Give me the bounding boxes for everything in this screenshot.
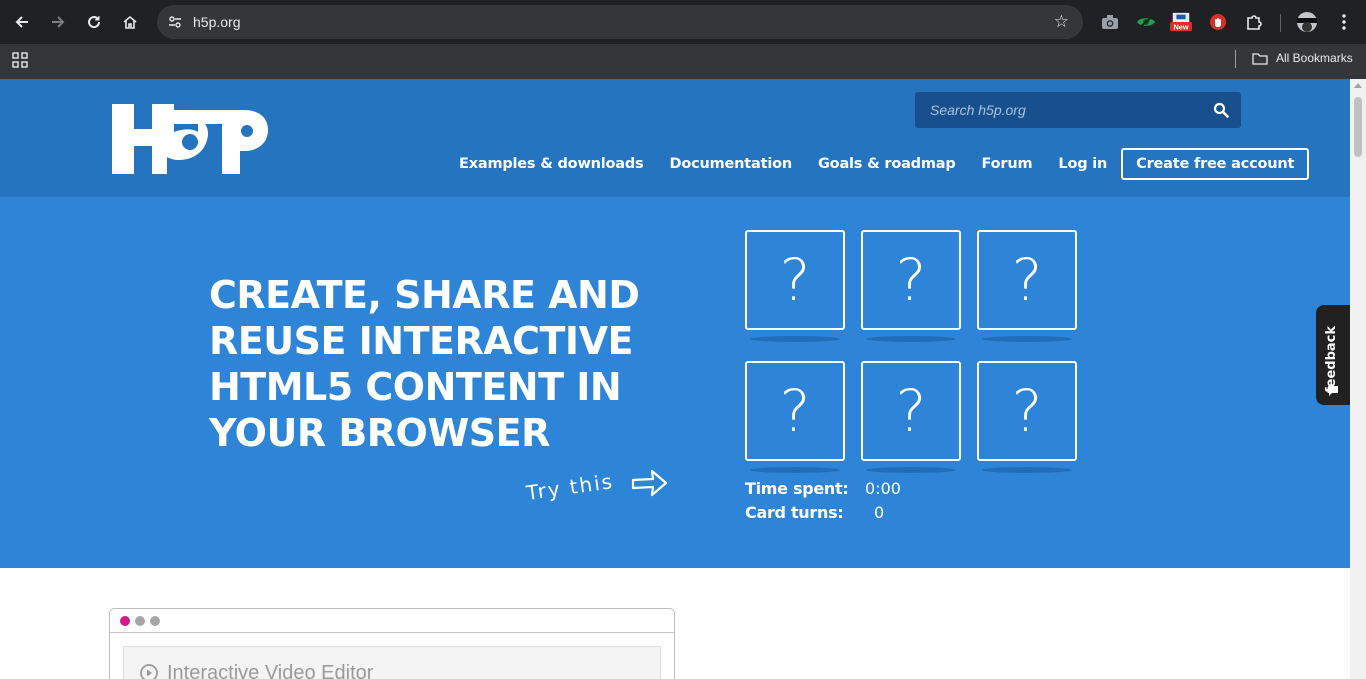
profile-avatar-icon[interactable] [1296,11,1318,33]
time-spent-value: 0:00 [865,479,901,498]
nav-log-in[interactable]: Log in [1045,156,1120,172]
reload-icon[interactable] [83,11,105,33]
memory-card[interactable]: ? [977,361,1077,461]
window-dot-gray [135,616,145,626]
scroll-up-arrow-icon[interactable] [1354,83,1362,88]
search-icon[interactable] [1213,102,1229,118]
search-input[interactable] [915,92,1205,128]
memory-card[interactable]: ? [861,361,961,461]
feedback-label: feedback [1324,325,1339,393]
adblock-extension-icon[interactable] [1207,11,1229,33]
demo-window: Interactive Video Editor [109,608,675,679]
camera-extension-icon[interactable] [1099,11,1121,33]
extensions-puzzle-icon[interactable] [1243,11,1265,33]
scrollbar-thumb[interactable] [1354,97,1362,157]
time-spent-row: Time spent: 0:00 [745,479,901,498]
search-box [915,92,1241,128]
nav-documentation[interactable]: Documentation [657,156,805,172]
card-turns-row: Card turns: 0 [745,503,884,522]
bookmark-star-icon[interactable]: ☆ [1054,12,1069,32]
eye-extension-icon[interactable] [1135,11,1157,33]
new-extension-icon[interactable]: New [1170,11,1192,33]
feedback-tab[interactable]: feedback [1316,305,1350,405]
browser-menu-icon[interactable] [1333,11,1355,33]
card-shadow [750,467,840,473]
new-badge-text: New [1173,22,1188,31]
window-dot-gray [150,616,160,626]
forward-icon[interactable] [47,11,69,33]
page-viewport: Examples & downloads Documentation Goals… [0,79,1350,679]
memory-card[interactable]: ? [861,230,961,330]
card-shadow [982,336,1072,342]
demo-title: Interactive Video Editor [167,662,374,679]
nav-examples-downloads[interactable]: Examples & downloads [446,156,657,172]
bookmarks-bar [0,44,1366,79]
memory-card[interactable]: ? [977,230,1077,330]
card-shadow [866,336,956,342]
arrow-right-icon [631,469,668,497]
page-scrollbar[interactable] [1350,79,1366,679]
card-turns-label: Card turns: [745,503,844,522]
card-shadow [982,467,1072,473]
toolbar-separator [1280,14,1281,32]
main-nav: Examples & downloads Documentation Goals… [446,148,1310,180]
folder-icon [1252,52,1268,65]
hero-section: CREATE, SHARE AND REUSE INTERACTIVE HTML… [0,197,1350,568]
demo-window-bar [110,609,674,633]
demo-content: Interactive Video Editor [123,646,661,679]
nav-goals-roadmap[interactable]: Goals & roadmap [805,156,969,172]
site-header: Examples & downloads Documentation Goals… [0,79,1350,197]
memory-card[interactable]: ? [745,361,845,461]
apps-grid-icon[interactable] [12,52,28,68]
all-bookmarks-label: All Bookmarks [1276,51,1353,65]
bookmarks-separator [1235,50,1236,68]
chat-bubble-icon [1328,386,1338,396]
try-this-label: Try this [524,468,616,506]
site-settings-icon[interactable] [167,14,183,30]
time-spent-label: Time spent: [745,479,849,498]
memory-card[interactable]: ? [745,230,845,330]
browser-toolbar: h5p.org ☆ New [0,0,1366,44]
home-icon[interactable] [119,11,141,33]
card-turns-value: 0 [874,503,885,522]
all-bookmarks-button[interactable]: All Bookmarks [1252,51,1353,65]
card-shadow [750,336,840,342]
create-account-button[interactable]: Create free account [1121,148,1310,180]
play-circle-icon [140,664,158,679]
card-shadow [866,467,956,473]
address-bar[interactable]: h5p.org ☆ [157,5,1083,39]
nav-forum[interactable]: Forum [969,156,1046,172]
h5p-logo[interactable] [110,104,268,174]
url-text[interactable]: h5p.org [193,14,240,30]
hero-title: CREATE, SHARE AND REUSE INTERACTIVE HTML… [209,273,640,455]
back-icon[interactable] [11,11,33,33]
window-dot-pink [120,616,130,626]
